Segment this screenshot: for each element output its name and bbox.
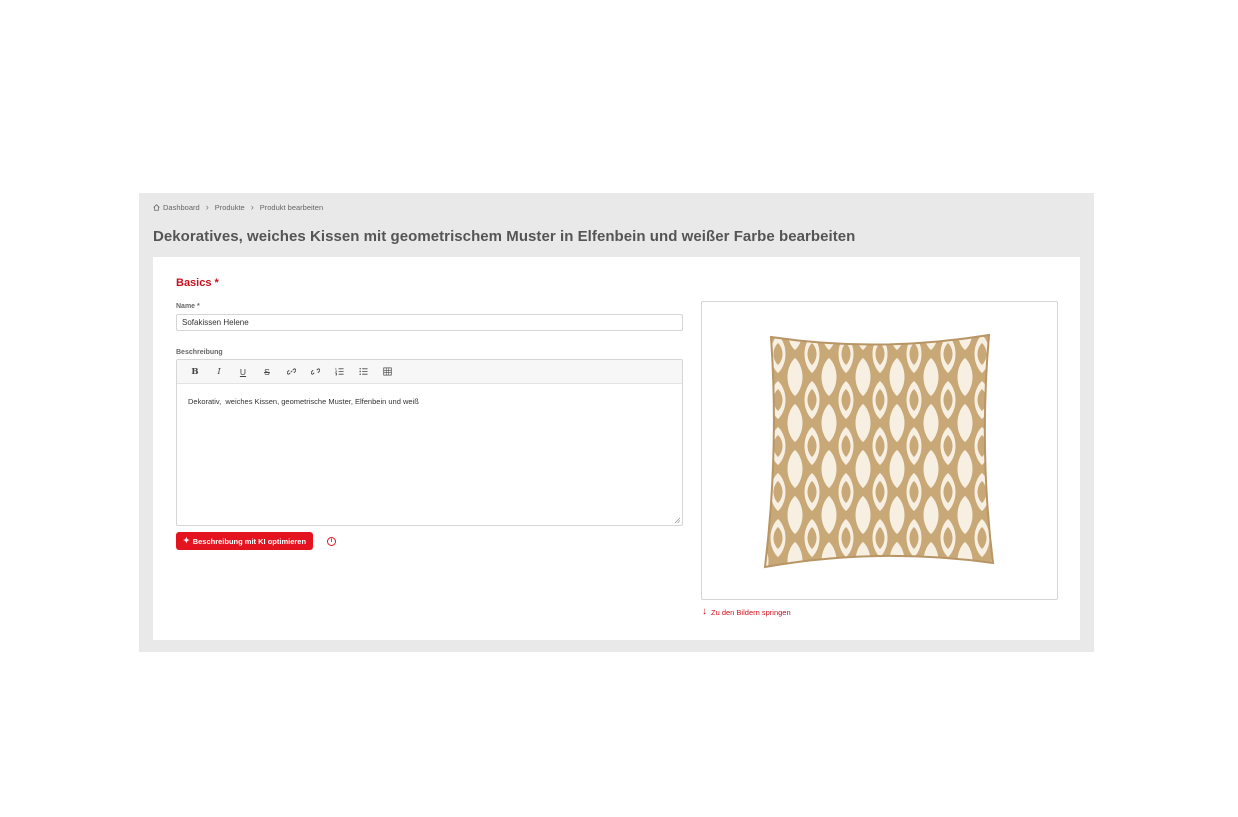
jump-to-images-label: Zu den Bildern springen [711, 607, 791, 617]
description-text[interactable]: Dekorativ, weiches Kissen, geometrische … [177, 384, 682, 525]
link-icon [286, 368, 296, 375]
breadcrumb-dashboard[interactable]: Dashboard [153, 203, 200, 212]
home-icon [153, 203, 160, 211]
product-image [763, 333, 995, 568]
breadcrumb-produkte[interactable]: Produkte [215, 203, 245, 212]
ai-optimize-button[interactable]: ✦ Beschreibung mit KI optimieren [176, 532, 314, 550]
arrow-down-icon: ↓ [702, 606, 707, 617]
breadcrumb-current: Produkt bearbeiten [259, 202, 324, 212]
name-label: Name * [176, 303, 200, 310]
description-editor[interactable]: B I U S Dekorativ, weiches Kissen, geome… [176, 359, 683, 526]
bold-button[interactable]: B [183, 362, 207, 382]
ai-optimize-label: Beschreibung mit KI optimieren [192, 536, 307, 546]
jump-to-images-link[interactable]: ↓ Zu den Bildern springen [702, 607, 791, 617]
info-icon[interactable]: i [327, 537, 336, 546]
chevron-right-icon: › [205, 201, 209, 212]
bullet-list-button[interactable] [351, 362, 375, 382]
ordered-list-icon [334, 367, 344, 376]
breadcrumb: Dashboard › Produkte › Produkt bearbeite… [153, 201, 323, 213]
editor-toolbar: B I U S [177, 360, 682, 384]
chevron-right-icon: › [250, 201, 254, 212]
unlink-icon [310, 368, 320, 375]
section-title-basics: Basics * [176, 277, 219, 289]
table-icon [382, 367, 392, 376]
table-button[interactable] [375, 362, 399, 382]
app-window: Dashboard › Produkte › Produkt bearbeite… [139, 193, 1094, 652]
unlink-button[interactable] [303, 362, 327, 382]
strikethrough-button[interactable]: S [255, 362, 279, 382]
ordered-list-button[interactable] [327, 362, 351, 382]
product-edit-card: Basics * Name * Beschreibung B I U S [153, 257, 1080, 640]
product-image-panel [701, 301, 1058, 600]
sparkle-icon: ✦ [183, 536, 190, 545]
page-title: Dekoratives, weiches Kissen mit geometri… [153, 228, 856, 245]
name-input[interactable] [176, 314, 683, 331]
breadcrumb-label[interactable]: Dashboard [163, 203, 200, 212]
link-button[interactable] [279, 362, 303, 382]
description-label: Beschreibung [176, 349, 223, 356]
resize-handle-icon[interactable] [674, 517, 680, 523]
bullet-list-icon [358, 368, 368, 375]
underline-button[interactable]: U [231, 362, 255, 382]
italic-button[interactable]: I [207, 362, 231, 382]
